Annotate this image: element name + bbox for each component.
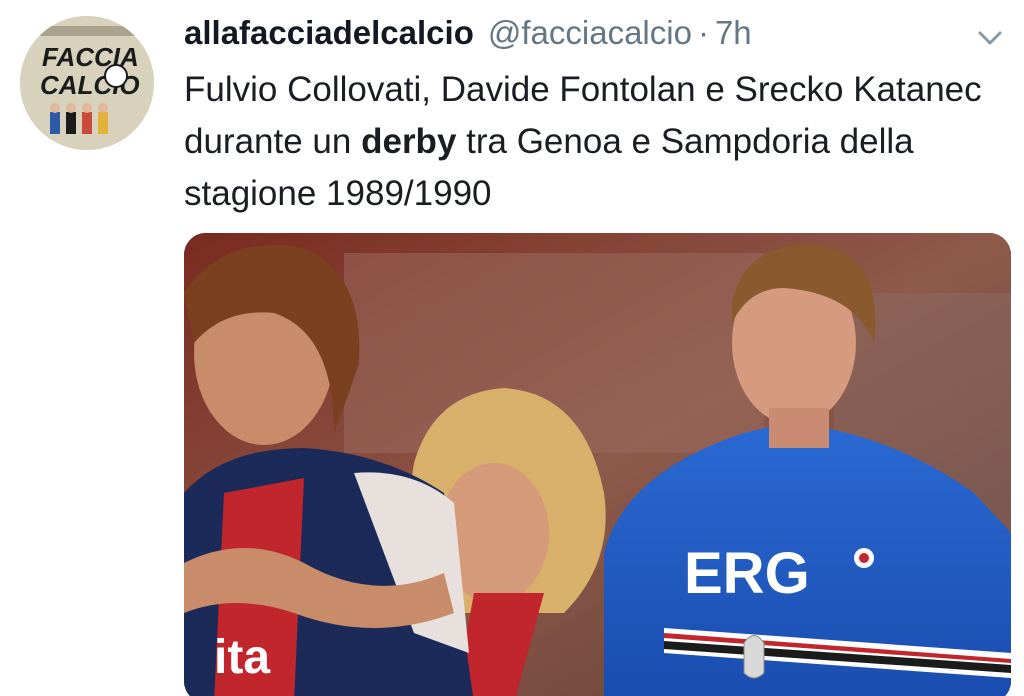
- avatar-logo-icon: FACCIA CALCIO: [20, 16, 154, 150]
- chevron-down-icon: [978, 31, 1002, 45]
- tweet-text: Fulvio Collovati, Davide Fontolan e Srec…: [184, 64, 984, 220]
- display-name[interactable]: allafacciadelcalcio: [184, 14, 474, 52]
- tweet-header: allafacciadelcalcio @facciacalcio · 7h: [184, 14, 964, 58]
- jersey-sponsor-text: ERG: [684, 541, 810, 606]
- tweet-text-bold: derby: [361, 122, 457, 161]
- genoa-sponsor-text: ita: [214, 631, 270, 684]
- tweet-photo[interactable]: ERG ita: [184, 233, 1011, 696]
- avatar[interactable]: FACCIA CALCIO: [20, 16, 154, 150]
- separator-dot: ·: [697, 14, 709, 51]
- tweet-card[interactable]: FACCIA CALCIO allafacciadelcalcio @facci…: [0, 0, 1024, 696]
- user-handle[interactable]: @facciacalcio: [488, 14, 692, 52]
- football-photo-image: ERG ita: [184, 233, 1011, 696]
- tweet-menu-button[interactable]: [972, 20, 1008, 56]
- tweet-timestamp[interactable]: 7h: [715, 14, 752, 52]
